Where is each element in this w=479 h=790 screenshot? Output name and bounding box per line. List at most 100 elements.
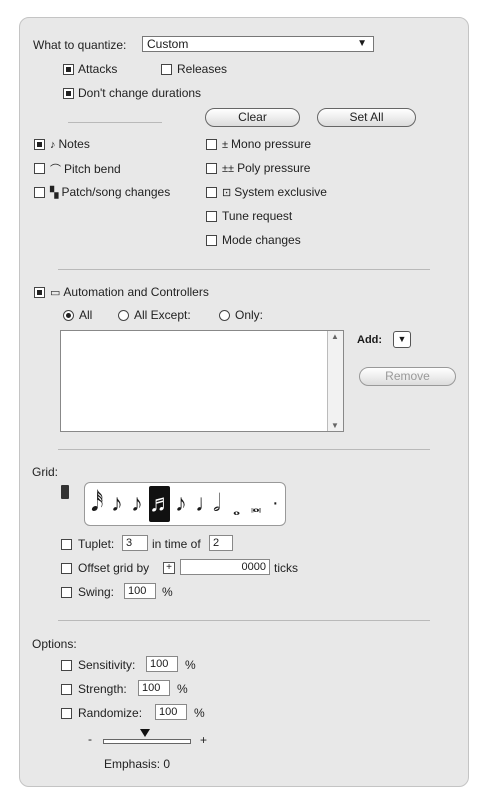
strength-field[interactable]: 100 xyxy=(138,680,170,696)
notes-label: Notes xyxy=(58,137,90,151)
what-to-quantize-select[interactable]: Custom ▼ xyxy=(142,36,374,52)
automation-item: ▭ Automation and Controllers xyxy=(50,285,209,299)
pitch-bend-label: Pitch bend xyxy=(64,162,121,176)
all-radio-label: All xyxy=(79,308,93,322)
emphasis-plus-label: + xyxy=(200,733,208,747)
pitch-bend-checkbox[interactable] xyxy=(34,163,45,174)
tune-request-label: Tune request xyxy=(222,209,293,223)
double-whole-note-icon[interactable]: 𝅜 xyxy=(251,488,261,524)
divider xyxy=(68,122,162,123)
sensitivity-field[interactable]: 100 xyxy=(146,656,178,672)
what-to-quantize-label: What to quantize: xyxy=(33,38,127,52)
scroll-down-icon[interactable]: ▼ xyxy=(331,421,339,430)
offset-grid-label: Offset grid by xyxy=(78,561,150,575)
all-except-radio[interactable] xyxy=(118,310,129,321)
sensitivity-checkbox[interactable] xyxy=(61,660,72,671)
offset-grid-checkbox[interactable] xyxy=(61,563,72,574)
mono-pressure-item: ± Mono pressure xyxy=(222,137,311,151)
grid-lock-icon[interactable] xyxy=(61,485,69,499)
mode-changes-checkbox[interactable] xyxy=(206,235,217,246)
all-radio[interactable] xyxy=(63,310,74,321)
in-time-of-field[interactable]: 2 xyxy=(209,535,233,551)
add-label: Add: xyxy=(357,334,383,346)
poly-pressure-checkbox[interactable] xyxy=(206,163,217,174)
sixty-fourth-note-icon[interactable]: 𝅘𝅥𝅰 xyxy=(91,486,103,522)
automation-checkbox[interactable] xyxy=(34,287,45,298)
notes-item: ♪ Notes xyxy=(50,137,90,151)
whole-note-icon[interactable]: 𝅝 xyxy=(233,491,240,527)
plus-icon: + xyxy=(166,562,172,573)
only-radio-label: Only: xyxy=(235,308,264,322)
attacks-checkbox[interactable] xyxy=(63,64,74,75)
emphasis-minus-label: - xyxy=(88,732,92,746)
pitch-bend-icon: ⌒ xyxy=(50,164,61,176)
system-exclusive-item: ⊡ System exclusive xyxy=(222,185,327,199)
scroll-up-icon[interactable]: ▲ xyxy=(331,332,339,341)
tuplet-label: Tuplet: xyxy=(78,537,115,551)
releases-label: Releases xyxy=(177,62,228,76)
notes-checkbox[interactable] xyxy=(34,139,45,150)
clear-button[interactable]: Clear xyxy=(205,108,300,127)
tuplet-field[interactable]: 3 xyxy=(122,535,148,551)
controller-icon: ▭ xyxy=(50,287,61,299)
note-value-palette: 𝅘𝅥𝅰 ♪ ♪ ♬ ♪ ♩ 𝅗𝅥 𝅝 𝅜 · xyxy=(84,482,286,526)
all-except-radio-label: All Except: xyxy=(134,308,191,322)
poly-pressure-label: Poly pressure xyxy=(237,161,311,175)
thirty-second-note-icon[interactable]: ♪ xyxy=(111,486,123,522)
poly-pressure-icon: ±± xyxy=(222,163,235,175)
swing-field[interactable]: 100 xyxy=(124,583,156,599)
mode-changes-label: Mode changes xyxy=(222,233,301,247)
emphasis-slider-thumb[interactable] xyxy=(140,729,150,737)
tuplet-checkbox[interactable] xyxy=(61,539,72,550)
controllers-list[interactable]: ▲ ▼ xyxy=(60,330,344,432)
half-note-icon[interactable]: 𝅗𝅥 xyxy=(213,486,221,522)
automation-label: Automation and Controllers xyxy=(63,285,209,299)
sysex-icon: ⊡ xyxy=(222,187,232,199)
swing-label: Swing: xyxy=(78,585,115,599)
mono-pressure-icon: ± xyxy=(222,139,229,151)
emphasis-slider-track[interactable] xyxy=(103,739,191,744)
note-icon: ♪ xyxy=(50,139,56,151)
randomize-label: Randomize: xyxy=(78,706,143,720)
sensitivity-label: Sensitivity: xyxy=(78,658,136,672)
ticks-label: ticks xyxy=(274,561,298,575)
releases-checkbox[interactable] xyxy=(161,64,172,75)
mono-pressure-label: Mono pressure xyxy=(231,137,312,151)
in-time-of-label: in time of xyxy=(152,537,201,551)
randomize-checkbox[interactable] xyxy=(61,708,72,719)
eighth-note-icon[interactable]: ♪ xyxy=(175,486,187,522)
pitch-bend-item: ⌒ Pitch bend xyxy=(50,161,121,177)
divider xyxy=(58,269,430,270)
strength-checkbox[interactable] xyxy=(61,684,72,695)
poly-pressure-item: ±± Poly pressure xyxy=(222,161,310,175)
remove-button[interactable]: Remove xyxy=(359,367,456,386)
system-exclusive-label: System exclusive xyxy=(234,185,327,199)
system-exclusive-checkbox[interactable] xyxy=(206,187,217,198)
options-label: Options: xyxy=(32,637,77,651)
patch-changes-label: Patch/song changes xyxy=(61,185,171,199)
patch-changes-checkbox[interactable] xyxy=(34,187,45,198)
select-value: Custom xyxy=(147,37,189,51)
dont-change-durations-label: Don't change durations xyxy=(78,86,202,100)
sixteenth-triplet-note-icon[interactable]: ♪ xyxy=(131,486,143,522)
tune-request-checkbox[interactable] xyxy=(206,211,217,222)
attacks-label: Attacks xyxy=(78,62,118,76)
sixteenth-note-icon[interactable]: ♬ xyxy=(149,486,173,522)
mono-pressure-checkbox[interactable] xyxy=(206,139,217,150)
dont-change-durations-checkbox[interactable] xyxy=(63,88,74,99)
dot-icon[interactable]: · xyxy=(272,485,279,521)
set-all-button[interactable]: Set All xyxy=(317,108,416,127)
sensitivity-percent: % xyxy=(185,658,196,672)
list-scrollbar[interactable]: ▲ ▼ xyxy=(327,331,343,431)
strength-label: Strength: xyxy=(78,682,127,696)
chevron-down-icon: ▼ xyxy=(397,334,407,344)
offset-field[interactable]: 0000 xyxy=(180,559,270,575)
grid-label: Grid: xyxy=(32,465,59,479)
offset-sign-toggle[interactable]: + xyxy=(163,562,175,574)
swing-percent: % xyxy=(162,585,173,599)
add-popup-button[interactable]: ▼ xyxy=(393,331,411,348)
randomize-field[interactable]: 100 xyxy=(155,704,187,720)
swing-checkbox[interactable] xyxy=(61,587,72,598)
only-radio[interactable] xyxy=(219,310,230,321)
randomize-percent: % xyxy=(194,706,205,720)
